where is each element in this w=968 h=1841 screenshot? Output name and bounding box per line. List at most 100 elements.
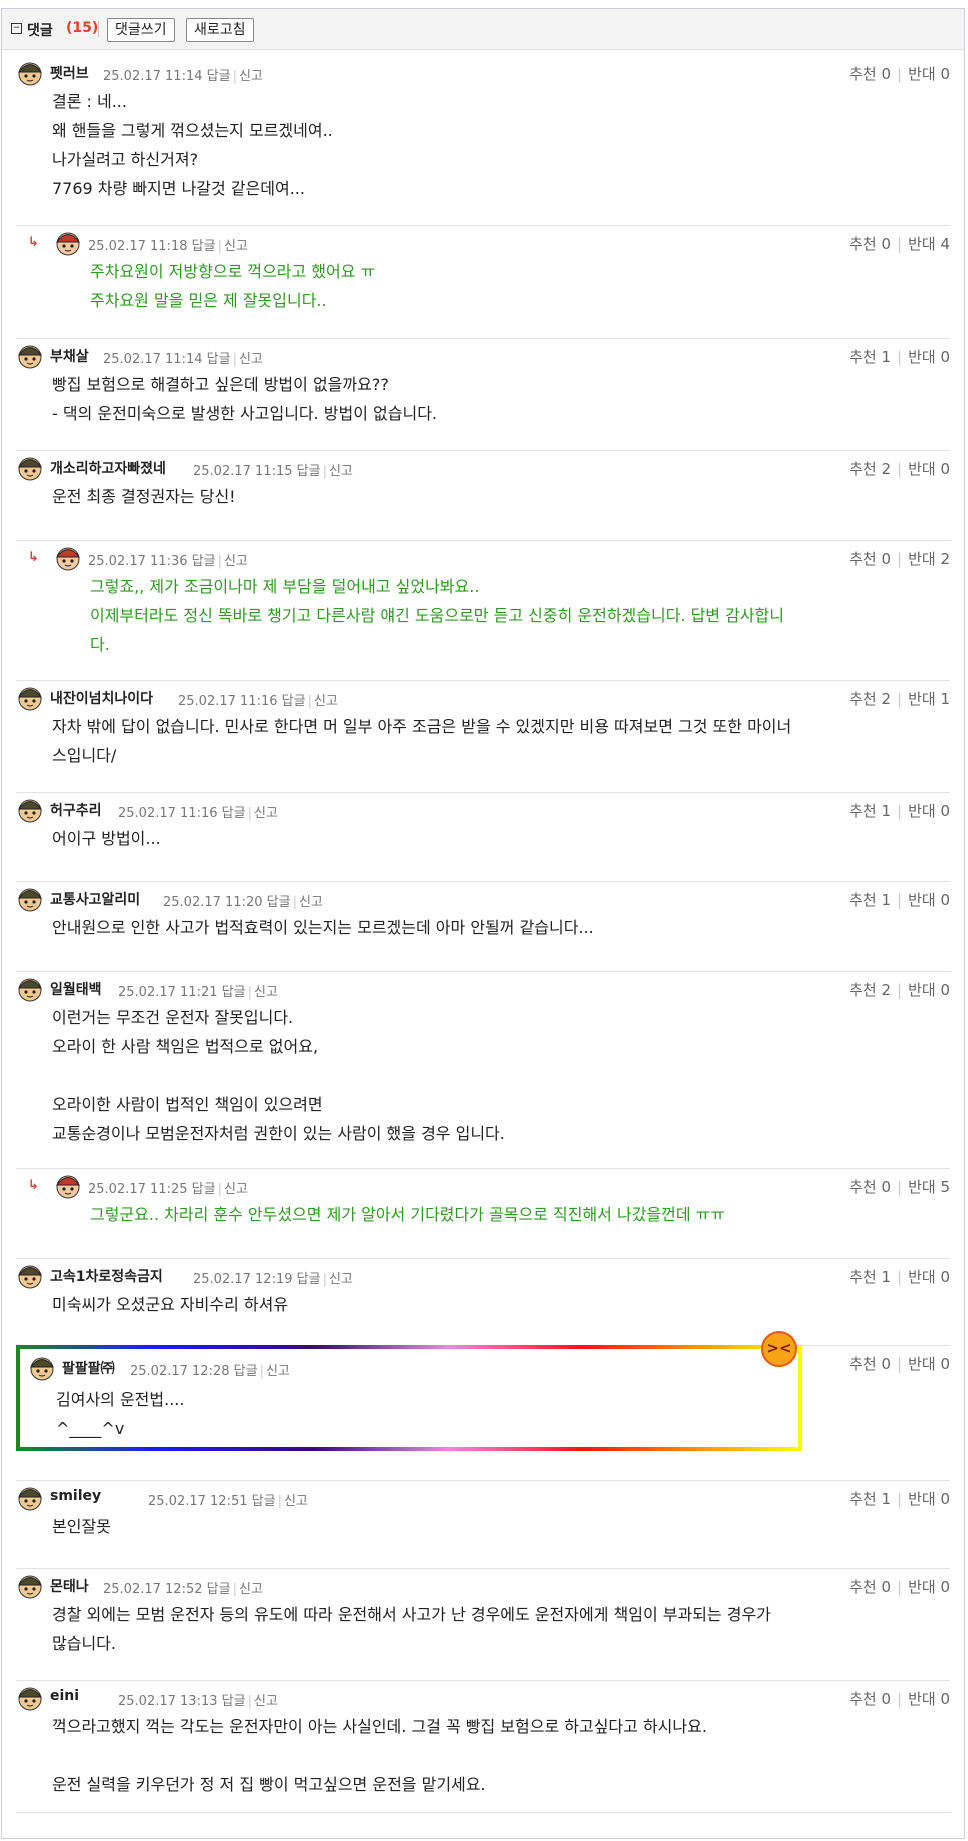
author-nickname[interactable]: 허구추리 — [50, 800, 102, 820]
comment-date: 25.02.17 11:20 — [163, 895, 263, 910]
downvote-label[interactable]: 반대 — [908, 1268, 936, 1286]
upvote-label[interactable]: 추천 — [849, 1690, 877, 1708]
meta-divider: | — [259, 1364, 264, 1379]
comment-meta: 25.02.17 12:52 답글 | 신고 — [103, 1578, 263, 1597]
downvote-label[interactable]: 반대 — [908, 65, 936, 83]
author-nickname[interactable]: smiley — [50, 1488, 101, 1504]
reply-link[interactable]: 답글 — [252, 1494, 276, 1509]
upvote-label[interactable]: 추천 — [849, 690, 877, 708]
upvote-label[interactable]: 추천 — [849, 1355, 877, 1373]
upvote-label[interactable]: 추천 — [849, 1578, 877, 1596]
upvote-count: 0 — [881, 1355, 891, 1373]
reply-link[interactable]: 답글 — [297, 464, 321, 479]
upvote-label[interactable]: 추천 — [849, 235, 877, 253]
report-link[interactable]: 신고 — [224, 554, 248, 569]
reply-link[interactable]: 답글 — [222, 1694, 246, 1709]
meta-divider: | — [292, 895, 297, 910]
report-link[interactable]: 신고 — [224, 239, 248, 254]
reply-comment: ↳ 25.02.17 11:18 답글 | 신고 추천 0 | 반대 4 주차요원이 저방향으… — [16, 225, 950, 339]
comment-item: 개소리하고자빠졌네 25.02.17 11:15 답글 | 신고 추천 2 | 반대 0 운전… — [16, 450, 950, 541]
comment-body: 그렇군요.. 차라리 훈수 안두셨으면 제가 알아서 기다렸다가 골목으로 직진… — [90, 1205, 726, 1224]
reply-link[interactable]: 답글 — [222, 806, 246, 821]
comment-body: 김여사의 운전법.... ^____^v — [56, 1390, 185, 1438]
upvote-label[interactable]: 추천 — [849, 1490, 877, 1508]
author-nickname[interactable]: 개소리하고자빠졌네 — [50, 458, 166, 478]
refresh-button[interactable]: 새로고침 — [186, 18, 254, 42]
upvote-label[interactable]: 추천 — [849, 1178, 877, 1196]
reply-link[interactable]: 답글 — [192, 1182, 216, 1197]
report-link[interactable]: 신고 — [224, 1182, 248, 1197]
reply-link[interactable]: 답글 — [192, 239, 216, 254]
upvote-label[interactable]: 추천 — [849, 65, 877, 83]
minus-box-icon[interactable]: − — [11, 23, 22, 34]
author-nickname[interactable]: 부채살 — [50, 346, 89, 366]
report-link[interactable]: 신고 — [254, 985, 278, 1000]
upvote-label[interactable]: 추천 — [849, 460, 877, 478]
reply-link[interactable]: 답글 — [234, 1364, 258, 1379]
author-nickname[interactable]: 펫러브 — [50, 63, 89, 83]
meta-divider: | — [217, 239, 222, 254]
downvote-label[interactable]: 반대 — [908, 981, 936, 999]
downvote-label[interactable]: 반대 — [908, 1178, 936, 1196]
reply-link[interactable]: 답글 — [207, 352, 231, 367]
report-link[interactable]: 신고 — [239, 69, 263, 84]
downvote-label[interactable]: 반대 — [908, 1490, 936, 1508]
comment-date: 25.02.17 12:52 — [103, 1582, 203, 1597]
downvote-label[interactable]: 반대 — [908, 460, 936, 478]
meta-divider: | — [307, 694, 312, 709]
author-nickname[interactable]: 내잔이넘치나이다 — [50, 688, 153, 708]
upvote-label[interactable]: 추천 — [849, 891, 877, 909]
vote-counts: 추천 2 | 반대 0 — [849, 979, 950, 1000]
report-link[interactable]: 신고 — [239, 1582, 263, 1597]
upvote-label[interactable]: 추천 — [849, 802, 877, 820]
avatar — [16, 796, 44, 824]
downvote-label[interactable]: 반대 — [908, 235, 936, 253]
report-link[interactable]: 신고 — [314, 694, 338, 709]
reply-link[interactable]: 답글 — [192, 554, 216, 569]
author-nickname[interactable]: 고속1차로정속금지 — [50, 1266, 163, 1286]
vote-counts: 추천 0 | 반대 0 — [849, 1688, 950, 1709]
upvote-label[interactable]: 추천 — [849, 981, 877, 999]
write-comment-button[interactable]: 댓글쓰기 — [107, 18, 175, 42]
reply-arrow-icon: ↳ — [28, 550, 39, 565]
reply-link[interactable]: 답글 — [282, 694, 306, 709]
reply-link[interactable]: 답글 — [207, 1582, 231, 1597]
report-link[interactable]: 신고 — [284, 1494, 308, 1509]
downvote-label[interactable]: 반대 — [908, 1578, 936, 1596]
downvote-label[interactable]: 반대 — [908, 891, 936, 909]
report-link[interactable]: 신고 — [254, 806, 278, 821]
downvote-label[interactable]: 반대 — [908, 690, 936, 708]
upvote-label[interactable]: 추천 — [849, 348, 877, 366]
author-nickname[interactable]: 몬태나 — [50, 1576, 89, 1596]
downvote-label[interactable]: 반대 — [908, 1690, 936, 1708]
vote-divider: | — [897, 891, 903, 909]
comment-item: 내잔이넘치나이다 25.02.17 11:16 답글 | 신고 추천 2 | 반대 1 자차 … — [16, 680, 950, 793]
reply-link[interactable]: 답글 — [207, 69, 231, 84]
comments-count: (15) — [66, 20, 99, 36]
reply-link[interactable]: 답글 — [267, 895, 291, 910]
downvote-count: 0 — [940, 1690, 950, 1708]
vote-divider: | — [897, 1178, 903, 1196]
report-link[interactable]: 신고 — [329, 1272, 353, 1287]
reply-comment: ↳ 25.02.17 11:36 답글 | 신고 추천 0 | 반대 2 그렇죠,, 제가 조… — [16, 540, 950, 681]
report-link[interactable]: 신고 — [239, 352, 263, 367]
comment-body: 본인잘못 — [52, 1517, 111, 1536]
comment-body: 미숙씨가 오셨군요 자비수리 하셔유 — [52, 1295, 289, 1314]
author-nickname[interactable]: 일월태백 — [50, 979, 102, 999]
upvote-label[interactable]: 추천 — [849, 550, 877, 568]
author-nickname[interactable]: 팔팔팔㈜ — [62, 1358, 115, 1378]
reply-link[interactable]: 답글 — [222, 985, 246, 1000]
downvote-label[interactable]: 반대 — [908, 1355, 936, 1373]
report-link[interactable]: 신고 — [329, 464, 353, 479]
downvote-label[interactable]: 반대 — [908, 802, 936, 820]
report-link[interactable]: 신고 — [266, 1364, 290, 1379]
author-nickname[interactable]: eini — [50, 1688, 79, 1704]
vote-counts: 추천 0 | 반대 4 — [849, 233, 950, 254]
report-link[interactable]: 신고 — [254, 1694, 278, 1709]
author-nickname[interactable]: 교통사고알리미 — [50, 889, 140, 909]
downvote-label[interactable]: 반대 — [908, 348, 936, 366]
downvote-label[interactable]: 반대 — [908, 550, 936, 568]
upvote-label[interactable]: 추천 — [849, 1268, 877, 1286]
report-link[interactable]: 신고 — [299, 895, 323, 910]
reply-link[interactable]: 답글 — [297, 1272, 321, 1287]
